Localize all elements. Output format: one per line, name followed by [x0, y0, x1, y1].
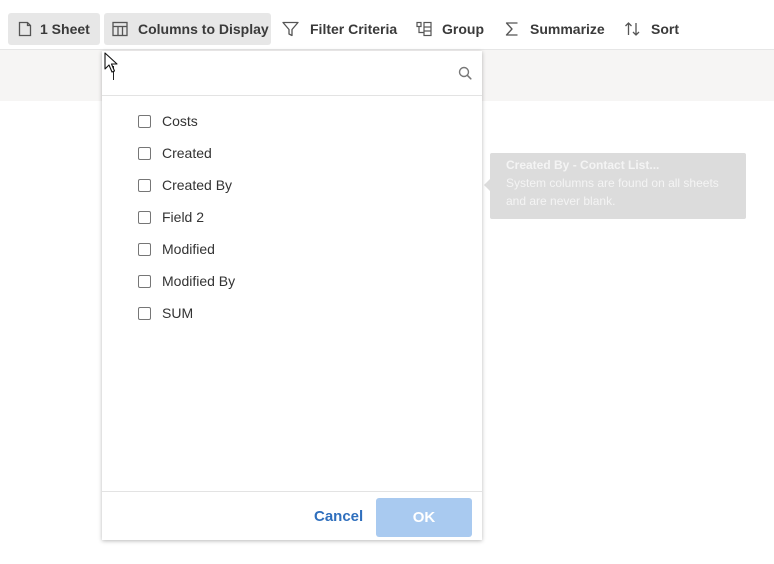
- filter-criteria-label: Filter Criteria: [310, 21, 398, 37]
- column-label: Modified By: [162, 273, 236, 289]
- sheet-button-label: 1 Sheet: [40, 21, 90, 37]
- group-icon: [416, 21, 432, 37]
- column-option-sum[interactable]: SUM: [102, 297, 482, 329]
- column-label: Created: [162, 145, 212, 161]
- column-option-created-by[interactable]: Created By: [102, 169, 482, 201]
- columns-to-display-label: Columns to Display: [138, 21, 269, 37]
- column-search-row: [102, 51, 482, 96]
- column-option-modified[interactable]: Modified: [102, 233, 482, 265]
- column-checkbox[interactable]: [138, 210, 151, 224]
- summarize-button[interactable]: Summarize: [505, 13, 605, 45]
- columns-dropdown: Costs Created Created By Field 2 Modifie…: [102, 51, 482, 540]
- columns-icon: [112, 21, 128, 37]
- search-icon[interactable]: [458, 66, 472, 85]
- column-checkbox[interactable]: [138, 146, 151, 160]
- sheet-button[interactable]: 1 Sheet: [8, 13, 100, 45]
- column-label: Costs: [162, 113, 198, 129]
- column-checkbox[interactable]: [138, 274, 151, 288]
- group-label: Group: [442, 21, 484, 37]
- summarize-label: Summarize: [530, 21, 605, 37]
- columns-to-display-button[interactable]: Columns to Display: [104, 13, 271, 45]
- column-checkbox[interactable]: [138, 178, 151, 192]
- filter-icon: [282, 21, 299, 37]
- column-label: SUM: [162, 305, 194, 321]
- sheet-icon: [18, 21, 32, 37]
- group-button[interactable]: Group: [416, 13, 486, 45]
- column-option-field-2[interactable]: Field 2: [102, 201, 482, 233]
- column-checkbox[interactable]: [138, 114, 151, 128]
- column-checkbox[interactable]: [138, 306, 151, 320]
- sort-icon: [624, 21, 641, 37]
- mouse-cursor-icon: [104, 52, 118, 79]
- column-list: Costs Created Created By Field 2 Modifie…: [102, 105, 482, 329]
- filter-criteria-button[interactable]: Filter Criteria: [282, 13, 398, 45]
- sort-button[interactable]: Sort: [624, 13, 684, 45]
- column-label: Field 2: [162, 209, 205, 225]
- column-option-modified-by[interactable]: Modified By: [102, 265, 482, 297]
- tooltip-title: Created By - Contact List...: [506, 158, 660, 172]
- tooltip-body: System columns are found on all sheets a…: [506, 176, 719, 208]
- sigma-icon: [505, 21, 519, 37]
- report-toolbar: 1 Sheet Columns to Display Filter Criter…: [0, 0, 774, 50]
- cancel-button[interactable]: Cancel: [314, 508, 363, 525]
- column-search-input[interactable]: [112, 59, 446, 89]
- dropdown-footer: Cancel OK: [102, 491, 482, 540]
- column-label: Created By: [162, 177, 233, 193]
- column-label: Modified: [162, 241, 215, 257]
- column-tooltip: Created By - Contact List... System colu…: [484, 153, 746, 219]
- sort-label: Sort: [651, 21, 679, 37]
- column-checkbox[interactable]: [138, 242, 151, 256]
- column-option-created[interactable]: Created: [102, 137, 482, 169]
- ok-button[interactable]: OK: [376, 498, 472, 537]
- column-option-costs[interactable]: Costs: [102, 105, 482, 137]
